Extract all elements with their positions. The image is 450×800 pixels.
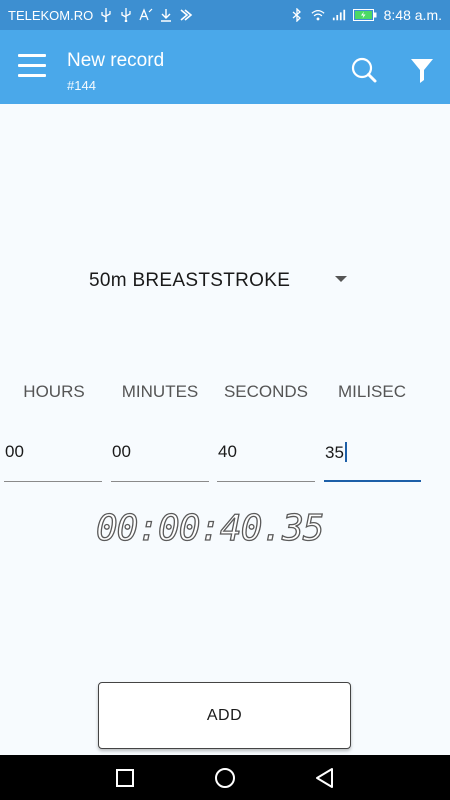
minutes-value: 00 (112, 442, 131, 461)
milisec-label: MILISEC (337, 382, 407, 401)
usb-icon (119, 8, 133, 22)
search-icon[interactable] (346, 52, 382, 88)
minutes-label: MINUTES (121, 382, 199, 401)
seconds-label: SECONDS (223, 382, 309, 401)
milisec-field[interactable]: 35 (324, 430, 421, 482)
seconds-field[interactable]: 40 (217, 430, 315, 482)
record-number: #144 (67, 78, 96, 93)
wifi-icon (311, 8, 325, 22)
download-icon (159, 8, 173, 22)
status-left: TELEKOM.RO (8, 8, 193, 23)
nfc-icon (179, 8, 193, 22)
milisec-value-wrap: 35 (325, 442, 347, 463)
usb-icon (99, 8, 113, 22)
milisec-value: 35 (325, 443, 344, 462)
page-title: New record (67, 50, 165, 71)
hamburger-menu-icon[interactable] (14, 48, 50, 84)
filter-icon[interactable] (404, 52, 440, 88)
battery-icon (352, 8, 377, 22)
status-bar: TELEKOM.RO 8:48 a.m. (0, 0, 450, 30)
carrier-name: TELEKOM.RO (8, 7, 94, 23)
signal-icon (332, 8, 346, 22)
minutes-field[interactable]: 00 (111, 430, 209, 482)
event-dropdown-value: 50m BREASTSTROKE (89, 270, 291, 291)
hours-value: 00 (5, 442, 24, 461)
text-cursor (344, 442, 347, 462)
time-display: 00:00:40.35 (95, 507, 325, 549)
home-icon[interactable] (208, 761, 242, 795)
navigation-bar (0, 755, 450, 800)
back-icon[interactable] (308, 761, 342, 795)
seconds-value: 40 (218, 442, 237, 461)
status-right: 8:48 a.m. (290, 7, 442, 23)
recents-icon[interactable] (108, 761, 142, 795)
bluetooth-icon (290, 8, 304, 22)
app-bar: New record #144 (0, 30, 450, 104)
hours-field[interactable]: 00 (4, 430, 102, 482)
add-button[interactable]: ADD (98, 682, 351, 749)
status-time: 8:48 a.m. (383, 7, 442, 23)
dropdown-arrow-icon (335, 276, 347, 282)
text-size-icon (139, 8, 153, 22)
hours-label: HOURS (23, 382, 85, 401)
event-dropdown[interactable]: 50m BREASTSTROKE (80, 262, 370, 298)
